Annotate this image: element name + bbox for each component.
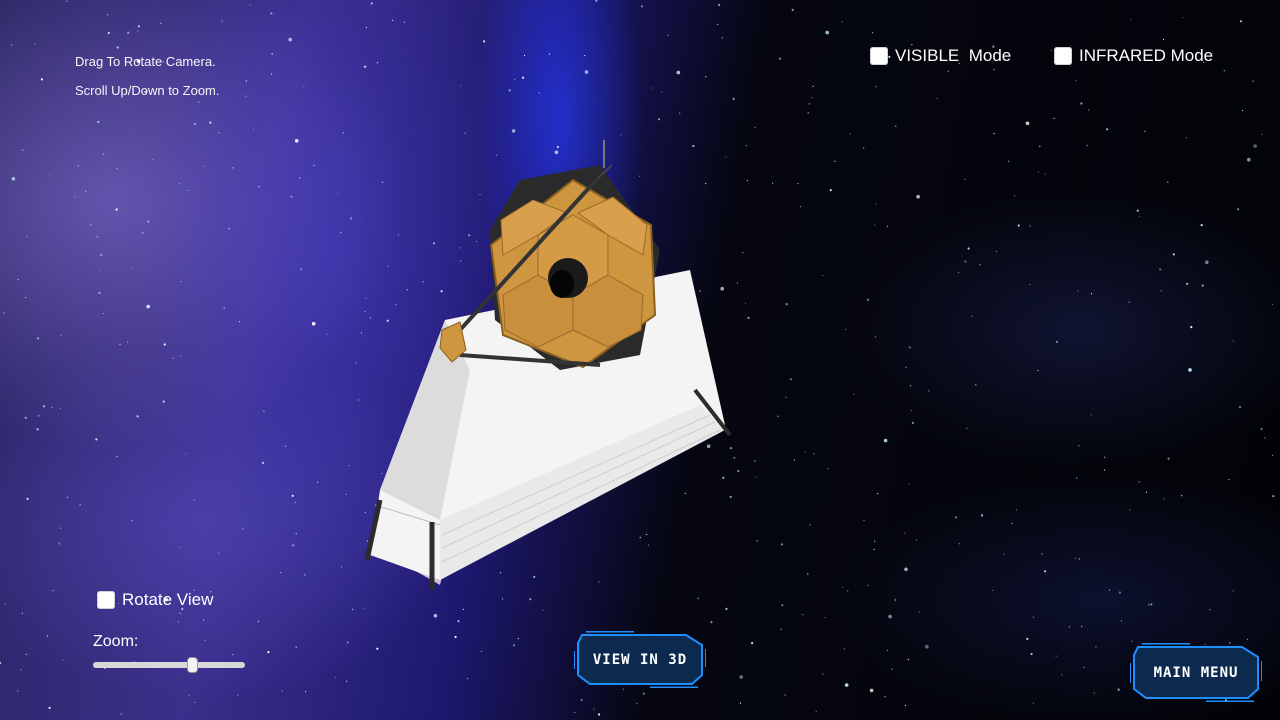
zoom-hint: Scroll Up/Down to Zoom. [75, 83, 220, 98]
zoom-slider[interactable] [93, 658, 245, 672]
visible-mode-label: VISIBLE Mode [895, 46, 1012, 65]
visible-mode-toggle[interactable]: VISIBLE Mode [870, 46, 1011, 66]
infrared-mode-toggle[interactable]: INFRARED Mode [1054, 46, 1213, 66]
main-menu-label: MAIN MENU [1153, 664, 1239, 681]
space-telescope-model[interactable] [0, 0, 1280, 720]
visible-mode-checkbox[interactable] [870, 47, 888, 65]
rotate-camera-hint: Drag To Rotate Camera. [75, 54, 216, 69]
rotate-view-toggle[interactable]: Rotate View [97, 590, 213, 610]
main-menu-button[interactable]: MAIN MENU [1130, 643, 1262, 702]
space-scene-viewport[interactable]: Drag To Rotate Camera. Scroll Up/Down to… [0, 0, 1280, 720]
zoom-slider-track[interactable] [93, 662, 245, 668]
zoom-label: Zoom: [93, 633, 139, 650]
zoom-slider-thumb[interactable] [188, 658, 197, 672]
rotate-view-label: Rotate View [122, 590, 214, 609]
infrared-mode-checkbox[interactable] [1054, 47, 1072, 65]
infrared-mode-label: INFRARED Mode [1079, 46, 1214, 65]
view-in-3d-label: VIEW IN 3D [592, 651, 688, 668]
rotate-view-checkbox[interactable] [97, 591, 115, 609]
view-in-3d-button[interactable]: VIEW IN 3D [574, 631, 706, 688]
